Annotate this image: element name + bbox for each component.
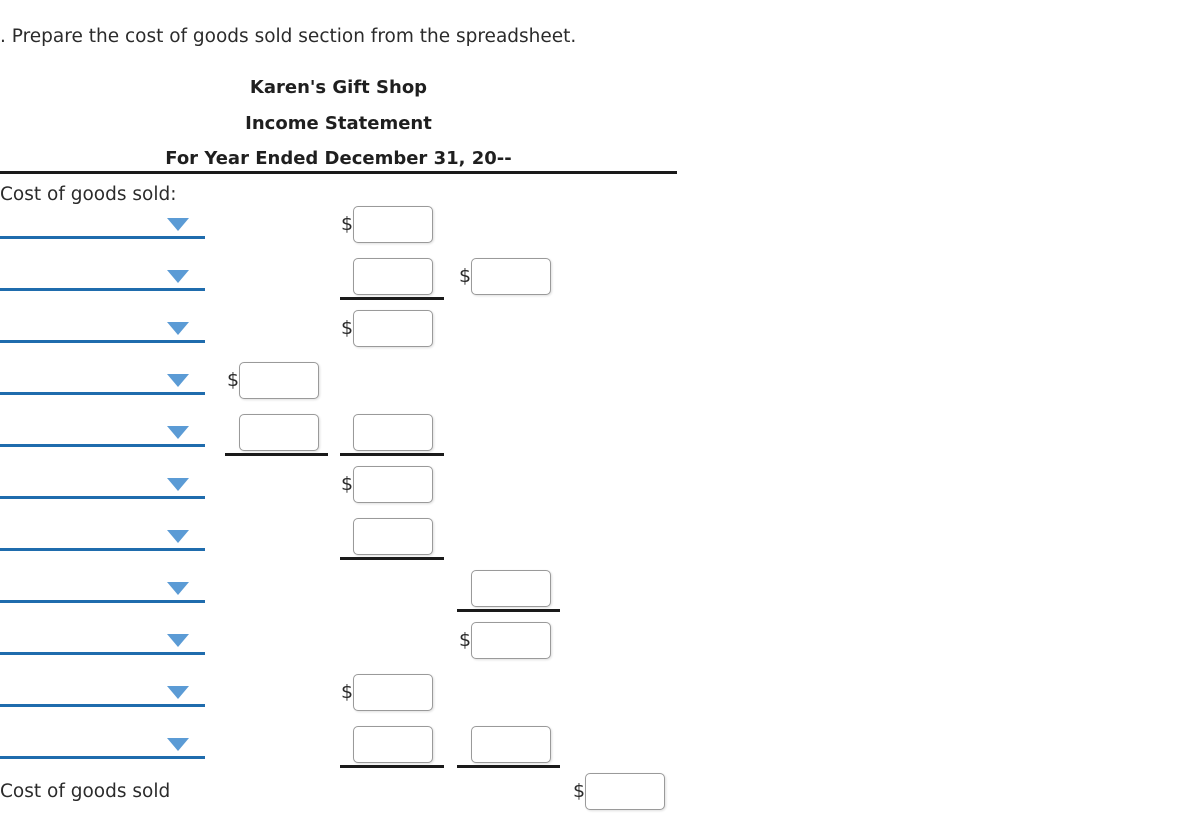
worksheet-row: $ [0,615,1200,667]
worksheet-total-row: $ [0,766,1200,818]
amount-input-row6-col2[interactable] [353,466,433,503]
chevron-down-icon[interactable] [167,270,189,283]
account-select-row6[interactable] [0,469,205,499]
worksheet-row: $ [0,355,1200,407]
account-select-row8[interactable] [0,573,205,603]
subtotal-rule-col2 [340,557,444,560]
amount-input-rowtotal-col4[interactable] [585,773,665,810]
account-select-row4[interactable] [0,365,205,395]
dollar-sign: $ [573,780,586,802]
amount-input-row11-col3[interactable] [471,726,551,763]
chevron-down-icon[interactable] [167,738,189,751]
dollar-sign: $ [341,681,354,703]
worksheet-row [0,511,1200,563]
amount-input-row5-col1[interactable] [239,414,319,451]
worksheet-row [0,719,1200,771]
subtotal-rule-col2 [340,297,444,300]
dollar-sign: $ [341,317,354,339]
subtotal-rule-col1 [225,453,328,456]
chevron-down-icon[interactable] [167,530,189,543]
chevron-down-icon[interactable] [167,634,189,647]
chevron-down-icon[interactable] [167,374,189,387]
account-select-row11[interactable] [0,729,205,759]
worksheet-grid: $ $ $ $ $ $ $ $ [0,0,1200,828]
amount-input-row1-col2[interactable] [353,206,433,243]
dollar-sign: $ [341,473,354,495]
account-select-row5[interactable] [0,417,205,447]
chevron-down-icon[interactable] [167,478,189,491]
dollar-sign: $ [341,213,354,235]
dollar-sign: $ [227,369,240,391]
account-select-row2[interactable] [0,261,205,291]
worksheet-row: $ [0,667,1200,719]
amount-input-row2-col3[interactable] [471,258,551,295]
account-select-row3[interactable] [0,313,205,343]
amount-input-row9-col3[interactable] [471,622,551,659]
subtotal-rule-col2 [340,453,444,456]
chevron-down-icon[interactable] [167,322,189,335]
amount-input-row2-col2[interactable] [353,258,433,295]
dollar-sign: $ [459,265,472,287]
account-select-row1[interactable] [0,209,205,239]
subtotal-rule-col3 [457,609,560,612]
account-select-row9[interactable] [0,625,205,655]
amount-input-row10-col2[interactable] [353,674,433,711]
chevron-down-icon[interactable] [167,218,189,231]
chevron-down-icon[interactable] [167,686,189,699]
dollar-sign: $ [459,629,472,651]
worksheet-row: $ [0,459,1200,511]
amount-input-row7-col2[interactable] [353,518,433,555]
amount-input-row5-col2[interactable] [353,414,433,451]
total-label-cost-of-goods-sold: Cost of goods sold [0,781,171,802]
account-select-row10[interactable] [0,677,205,707]
worksheet-row [0,563,1200,615]
worksheet-row: $ [0,303,1200,355]
worksheet-row: $ [0,199,1200,251]
amount-input-row11-col2[interactable] [353,726,433,763]
account-select-row7[interactable] [0,521,205,551]
worksheet-row [0,407,1200,459]
chevron-down-icon[interactable] [167,582,189,595]
amount-input-row3-col2[interactable] [353,310,433,347]
chevron-down-icon[interactable] [167,426,189,439]
amount-input-row8-col3[interactable] [471,570,551,607]
amount-input-row4-col1[interactable] [239,362,319,399]
worksheet-row: $ [0,251,1200,303]
